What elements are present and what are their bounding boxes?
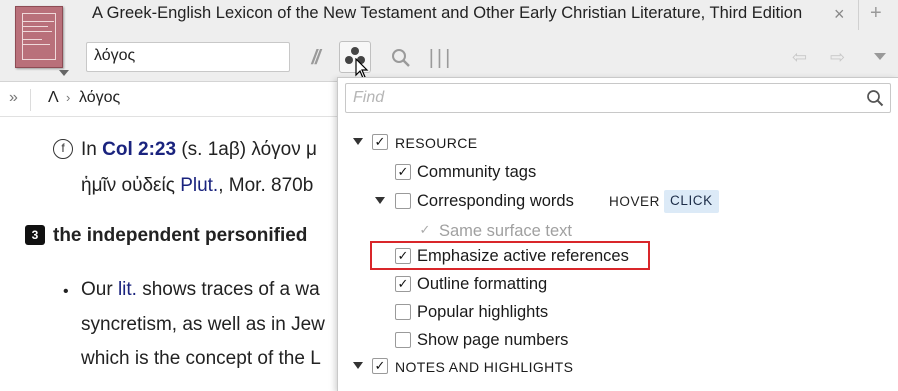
checkbox[interactable] xyxy=(395,304,411,320)
checkbox[interactable]: ✓ xyxy=(372,134,388,150)
resource-toolbar: A Greek-English Lexicon of the New Testa… xyxy=(0,0,898,82)
tab-close-button[interactable]: × xyxy=(834,4,845,25)
find-input[interactable] xyxy=(346,84,866,112)
cover-line xyxy=(22,39,42,40)
bullet-icon: • xyxy=(63,283,69,300)
option-label: Corresponding words xyxy=(417,192,574,210)
checkbox[interactable]: ✓ xyxy=(395,248,411,264)
option-same-surface-text[interactable]: ✓ Same surface text xyxy=(417,219,717,243)
columns-button[interactable]: ||| xyxy=(426,43,456,73)
author-link[interactable]: Plut. xyxy=(180,175,218,196)
text: shows traces of a wa xyxy=(136,279,320,300)
section-notes-and-highlights[interactable]: ✓ NOTES AND HIGHLIGHTS xyxy=(353,354,653,378)
resource-menu-caret-icon[interactable] xyxy=(59,70,69,76)
bible-reference-link[interactable]: Col 2:23 xyxy=(102,139,176,160)
text: In xyxy=(81,139,103,160)
expand-contents-button[interactable]: » xyxy=(9,89,18,107)
option-label: Show page numbers xyxy=(417,331,569,349)
cover-line xyxy=(22,31,52,32)
checkbox[interactable]: ✓ xyxy=(372,358,388,374)
visual-filters-popup: ✓ RESOURCE ✓ Community tags Correspondin… xyxy=(337,77,898,391)
search-icon xyxy=(867,90,884,107)
section-label: RESOURCE xyxy=(395,135,478,151)
sense-marker-icon: f xyxy=(53,139,73,159)
find-field[interactable] xyxy=(345,83,891,113)
tab-divider xyxy=(858,0,859,30)
mode-click-option[interactable]: CLICK xyxy=(664,190,719,213)
panel-menu-chevron-down-icon[interactable] xyxy=(874,53,886,60)
article-line: which is the concept of the L xyxy=(81,348,321,369)
parallel-resources-button[interactable]: // xyxy=(300,43,330,73)
option-label: Outline formatting xyxy=(417,275,548,293)
checkbox[interactable]: ✓ xyxy=(417,223,433,239)
mode-hover-option[interactable]: HOVER xyxy=(609,194,660,209)
text: (s. 1aβ) λόγον μ xyxy=(176,139,317,160)
collapse-triangle-icon[interactable] xyxy=(375,197,385,204)
option-show-page-numbers[interactable]: Show page numbers xyxy=(395,328,695,352)
article-line: ἡμῖν οὐδείς Plut., Mor. 870b xyxy=(81,175,313,197)
article-line: syncretism, as well as in Jew xyxy=(81,314,325,335)
text: ἡμῖν οὐδείς xyxy=(81,175,181,196)
checkbox[interactable] xyxy=(395,332,411,348)
sense-number-badge: 3 xyxy=(25,225,45,245)
tab-title[interactable]: A Greek-English Lexicon of the New Testa… xyxy=(92,4,802,23)
cover-line xyxy=(22,26,48,27)
dot-icon xyxy=(351,47,359,55)
breadcrumb-section[interactable]: Λ xyxy=(48,89,59,107)
text: Our xyxy=(81,279,118,300)
forward-button[interactable]: ⇨ xyxy=(830,47,845,68)
checkbox[interactable]: ✓ xyxy=(395,164,411,180)
article-line: Our lit. shows traces of a wa xyxy=(81,279,320,301)
article-line: In Col 2:23 (s. 1aβ) λόγον μ xyxy=(81,139,317,161)
sense-heading: the independent personified xyxy=(53,225,308,246)
collapse-triangle-icon[interactable] xyxy=(353,362,363,369)
dot-icon xyxy=(345,56,353,64)
cover-line xyxy=(22,21,54,22)
option-corresponding-words[interactable]: Corresponding words HOVER CLICK xyxy=(375,189,775,213)
section-label: NOTES AND HIGHLIGHTS xyxy=(395,359,574,375)
option-label: Community tags xyxy=(417,163,537,181)
back-button[interactable]: ⇦ xyxy=(792,47,807,68)
divider xyxy=(30,89,31,111)
resource-cover-thumbnail[interactable] xyxy=(15,6,63,68)
option-outline-formatting[interactable]: ✓ Outline formatting xyxy=(395,272,695,296)
text: , Mor. 870b xyxy=(218,175,314,196)
checkbox[interactable]: ✓ xyxy=(395,276,411,292)
abbreviation-link[interactable]: lit. xyxy=(118,279,137,300)
option-community-tags[interactable]: ✓ Community tags xyxy=(395,160,695,184)
magnifier-icon xyxy=(392,49,410,67)
option-label: Emphasize active references xyxy=(417,247,629,265)
reference-search-input[interactable]: λόγος xyxy=(86,42,290,72)
option-label: Same surface text xyxy=(439,222,572,240)
option-popular-highlights[interactable]: Popular highlights xyxy=(395,300,695,324)
checkbox[interactable] xyxy=(395,193,411,209)
search-button[interactable] xyxy=(386,43,416,73)
collapse-triangle-icon[interactable] xyxy=(353,138,363,145)
breadcrumb-entry[interactable]: λόγος xyxy=(79,89,120,107)
breadcrumb-separator-icon: › xyxy=(66,90,71,105)
option-emphasize-active-references[interactable]: ✓ Emphasize active references xyxy=(395,244,695,268)
option-label: Popular highlights xyxy=(417,303,549,321)
section-resource[interactable]: ✓ RESOURCE xyxy=(353,130,653,154)
cover-line xyxy=(22,44,50,45)
new-tab-button[interactable]: + xyxy=(870,2,882,25)
